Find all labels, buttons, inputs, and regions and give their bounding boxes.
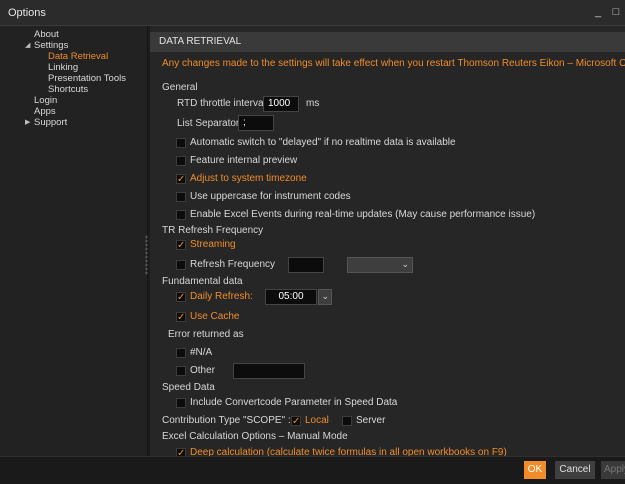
checkbox[interactable]	[176, 156, 186, 166]
checkbox-checked[interactable]	[176, 310, 186, 326]
checkbox[interactable]	[176, 366, 186, 376]
option-adjust-timezone[interactable]: Adjust to system timezone	[176, 171, 307, 188]
error-returned-label: Error returned as	[168, 329, 244, 340]
window-title: Options	[8, 7, 46, 19]
section-speed-data: Speed Data	[162, 382, 215, 393]
cancel-button[interactable]: Cancel	[555, 461, 595, 479]
minimize-icon[interactable]: _	[592, 6, 604, 18]
option-error-other[interactable]: Other	[176, 363, 215, 379]
section-general: General	[162, 82, 198, 93]
error-other-input[interactable]	[233, 363, 305, 379]
sidebar-item-support[interactable]: ▶ Support	[0, 117, 147, 128]
refresh-frequency-input[interactable]	[288, 257, 324, 273]
sidebar-item-label: Linking	[48, 62, 79, 73]
checkbox-checked[interactable]	[176, 238, 186, 254]
rtd-throttle-input[interactable]: 1000	[263, 96, 299, 112]
checkbox-checked[interactable]	[176, 290, 186, 306]
sidebar-item-label: About	[34, 29, 59, 40]
option-include-convertcode[interactable]: Include Convertcode Parameter in Speed D…	[176, 395, 397, 411]
sidebar-item-settings[interactable]: ◢ Settings	[0, 40, 147, 51]
option-daily-refresh[interactable]: Daily Refresh:	[176, 289, 253, 306]
option-deep-calculation[interactable]: Deep calculation (calculate twice formul…	[176, 445, 507, 456]
sidebar-item-apps[interactable]: Apps	[0, 106, 147, 117]
ok-button[interactable]: OK	[524, 461, 546, 479]
sidebar-item-label: Shortcuts	[48, 84, 89, 95]
checkbox[interactable]	[176, 138, 186, 148]
option-streaming[interactable]: Streaming	[176, 237, 236, 254]
sidebar-item-label: Support	[34, 117, 68, 128]
checkbox-checked[interactable]	[176, 172, 186, 188]
sidebar-item-label: Apps	[34, 106, 56, 117]
contribution-type-label: Contribution Type "SCOPE" :	[162, 415, 291, 426]
sidebar-item-label: Data Retrieval	[48, 51, 109, 62]
time-dropdown-button[interactable]: ⌄	[318, 289, 332, 305]
checkbox[interactable]	[176, 210, 186, 220]
sidebar-item-login[interactable]: Login	[0, 95, 147, 106]
checkbox[interactable]	[176, 348, 186, 358]
rtd-unit-label: ms	[306, 98, 320, 109]
sidebar-item-shortcuts[interactable]: Shortcuts	[0, 84, 147, 95]
option-use-cache[interactable]: Use Cache	[176, 309, 239, 326]
maximize-icon[interactable]: □	[610, 6, 622, 18]
sidebar-item-label: Presentation Tools	[48, 73, 126, 84]
list-separator-label: List Separator:	[177, 118, 243, 129]
section-fundamental: Fundamental data	[162, 276, 243, 287]
daily-refresh-time-input[interactable]: 05:00	[265, 289, 317, 305]
collapsed-triangle-icon[interactable]: ▶	[25, 117, 30, 128]
apply-button[interactable]: Apply	[601, 461, 625, 479]
checkbox-checked[interactable]	[176, 446, 186, 456]
option-uppercase-codes[interactable]: Use uppercase for instrument codes	[176, 189, 351, 205]
checkbox[interactable]	[176, 398, 186, 408]
sidebar-item-linking[interactable]: Linking	[0, 62, 147, 73]
refresh-unit-dropdown[interactable]: ⌄	[347, 257, 413, 273]
sidebar-item-data-retrieval[interactable]: Data Retrieval	[0, 51, 147, 62]
chevron-down-icon: ⌄	[401, 259, 409, 269]
sidebar-item-label: Login	[34, 95, 58, 106]
checkbox-checked[interactable]	[291, 414, 301, 430]
rtd-throttle-label: RTD throttle interval:	[177, 98, 269, 109]
checkbox[interactable]	[176, 192, 186, 202]
list-separator-input[interactable]: ;	[238, 115, 274, 131]
option-contribution-server[interactable]: Server	[342, 413, 385, 429]
option-error-na[interactable]: #N/A	[176, 345, 212, 361]
sidebar-item-presentation-tools[interactable]: Presentation Tools	[0, 73, 147, 84]
dialog-button-bar: OK Cancel Apply	[0, 456, 625, 484]
panel-header: DATA RETRIEVAL	[150, 32, 625, 52]
title-bar: Options _ □	[0, 0, 625, 26]
chevron-down-icon: ⌄	[321, 291, 329, 301]
sidebar-nav: About ◢ Settings Data Retrieval Linking …	[0, 26, 148, 456]
sidebar-item-about[interactable]: About	[0, 29, 147, 40]
option-feature-preview[interactable]: Feature internal preview	[176, 153, 297, 169]
section-excel-calculation: Excel Calculation Options – Manual Mode	[162, 431, 348, 442]
option-excel-events[interactable]: Enable Excel Events during real-time upd…	[176, 207, 535, 223]
sidebar-item-label: Settings	[34, 40, 69, 51]
option-contribution-local[interactable]: Local	[291, 413, 329, 430]
checkbox[interactable]	[176, 260, 186, 270]
option-auto-delayed[interactable]: Automatic switch to "delayed" if no real…	[176, 135, 456, 151]
option-refresh-frequency[interactable]: Refresh Frequency	[176, 257, 275, 273]
expanded-triangle-icon[interactable]: ◢	[25, 40, 30, 51]
settings-panel: DATA RETRIEVAL Any changes made to the s…	[150, 26, 625, 456]
checkbox[interactable]	[342, 416, 352, 426]
panel-splitter-handle[interactable]	[145, 235, 148, 275]
restart-notice: Any changes made to the settings will ta…	[162, 58, 625, 69]
